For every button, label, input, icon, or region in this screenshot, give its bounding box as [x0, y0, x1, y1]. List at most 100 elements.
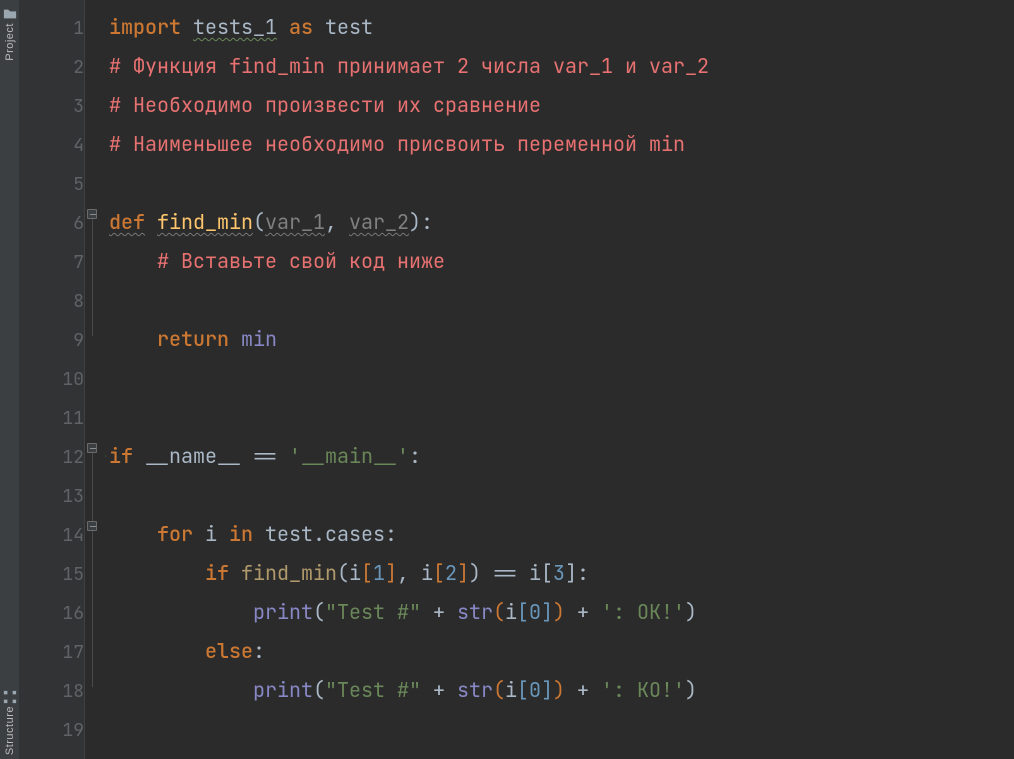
code-editor[interactable]: 12345678910111213141516171819 import tes…: [20, 0, 1014, 759]
token-str: "Test #": [325, 677, 421, 703]
token-ident: i: [421, 560, 433, 586]
line-number: 11: [44, 399, 84, 438]
token-kw: for: [157, 521, 193, 547]
fold-toggle-icon[interactable]: [87, 443, 97, 453]
code-line[interactable]: [105, 281, 1014, 320]
code-line[interactable]: # Наименьшее необходимо присвоить переме…: [105, 125, 1014, 164]
token-num: 2: [445, 560, 457, 586]
code-line[interactable]: import tests_1 as test: [105, 8, 1014, 47]
gutter-line[interactable]: 19: [20, 710, 84, 749]
gutter-line[interactable]: 13: [20, 476, 84, 515]
gutter-line[interactable]: 8: [20, 281, 84, 320]
line-number: 16: [44, 594, 84, 633]
code-line-content: def find_min(var_1, var_2):: [105, 203, 1014, 242]
fold-cell: [85, 476, 105, 515]
gutter-line[interactable]: 5: [20, 164, 84, 203]
token-fn: find_min: [157, 209, 253, 235]
structure-icon: [3, 690, 17, 704]
token-op: ,: [325, 209, 349, 235]
gutter-line[interactable]: 1: [20, 8, 84, 47]
code-line[interactable]: return min: [105, 320, 1014, 359]
token-bracket1: ): [553, 599, 565, 625]
token-bracket0: (: [253, 209, 265, 235]
fold-toggle-icon[interactable]: [87, 209, 97, 219]
token-sp: [565, 599, 577, 625]
code-line[interactable]: [105, 398, 1014, 437]
gutter-line[interactable]: 17: [20, 632, 84, 671]
gutter-line[interactable]: 6: [20, 203, 84, 242]
code-line[interactable]: # Вставьте свой код ниже: [105, 242, 1014, 281]
gutter-line[interactable]: 10: [20, 359, 84, 398]
gutter-line[interactable]: 15: [20, 554, 84, 593]
code-line[interactable]: if __name__ == '__main__':: [105, 437, 1014, 476]
token-bracket1: [: [361, 560, 373, 586]
token-sp: [421, 599, 433, 625]
code-line[interactable]: [105, 164, 1014, 203]
gutter-line[interactable]: 16: [20, 593, 84, 632]
code-line-content: print("Test #" + str(i[0]) + ': KO!'): [105, 671, 1014, 710]
token-builtin: str: [457, 599, 493, 625]
code-line[interactable]: if find_min(i[1], i[2]) == i[3]:: [105, 554, 1014, 593]
line-number: 4: [44, 126, 84, 165]
toolwindow-tab-project[interactable]: Project: [0, 4, 20, 61]
token-str: ': KO!': [601, 677, 685, 703]
fold-column[interactable]: [85, 0, 105, 759]
code-line[interactable]: print("Test #" + str(i[0]) + ': KO!'): [105, 671, 1014, 710]
gutter-line[interactable]: 18: [20, 671, 84, 710]
code-line[interactable]: def find_min(var_1, var_2):: [105, 203, 1014, 242]
code-line[interactable]: [105, 476, 1014, 515]
token-bracket1: ]: [385, 560, 397, 586]
token-op: :: [577, 560, 589, 586]
code-line[interactable]: # Необходимо произвести их сравнение: [105, 86, 1014, 125]
token-op: +: [577, 599, 589, 625]
gutter[interactable]: 12345678910111213141516171819: [20, 0, 85, 759]
token-str: '__main__': [289, 443, 409, 469]
toolwindow-tab-structure[interactable]: Structure: [0, 687, 20, 755]
gutter-line[interactable]: 9: [20, 320, 84, 359]
code-line[interactable]: [105, 359, 1014, 398]
line-number: 9: [44, 321, 84, 360]
line-number: 17: [44, 633, 84, 672]
ide-root: Project Structure 1234567891011121314151…: [0, 0, 1014, 759]
fold-cell: [85, 281, 105, 320]
fold-guide-line: [92, 525, 93, 687]
fold-cell: [85, 125, 105, 164]
token-kw: import: [109, 14, 181, 40]
line-number: 14: [44, 516, 84, 555]
fold-cell: [85, 359, 105, 398]
token-kw: return: [157, 326, 229, 352]
gutter-line[interactable]: 4: [20, 125, 84, 164]
fold-cell: [85, 8, 105, 47]
code-line[interactable]: for i in test.cases:: [105, 515, 1014, 554]
code-line-content: [105, 281, 1014, 320]
gutter-line[interactable]: 7: [20, 242, 84, 281]
token-sp: [445, 599, 457, 625]
token-bracket0: ): [409, 209, 421, 235]
gutter-line[interactable]: 11: [20, 398, 84, 437]
line-number: 10: [44, 360, 84, 399]
code-line[interactable]: print("Test #" + str(i[0]) + ': OK!'): [105, 593, 1014, 632]
token-op: ,: [397, 560, 421, 586]
token-bracket1: ): [553, 677, 565, 703]
code-line-content: [105, 476, 1014, 515]
fold-cell: [85, 164, 105, 203]
code-area[interactable]: import tests_1 as test# Функция find_min…: [105, 0, 1014, 759]
code-line[interactable]: else:: [105, 632, 1014, 671]
gutter-line[interactable]: 3: [20, 86, 84, 125]
token-bracket2: [: [517, 677, 529, 703]
token-op: :: [253, 638, 265, 664]
token-op: +: [433, 677, 445, 703]
token-num: 0: [529, 599, 541, 625]
gutter-line[interactable]: 12: [20, 437, 84, 476]
token-sp: [133, 443, 145, 469]
code-line-content: else:: [105, 632, 1014, 671]
fold-toggle-icon[interactable]: [87, 521, 97, 531]
code-line[interactable]: # Функция find_min принимает 2 числа var…: [105, 47, 1014, 86]
token-bracket0: (: [337, 560, 349, 586]
code-line[interactable]: [105, 710, 1014, 749]
token-sp: [229, 560, 241, 586]
token-sp: [145, 209, 157, 235]
gutter-line[interactable]: 14: [20, 515, 84, 554]
gutter-line[interactable]: 2: [20, 47, 84, 86]
token-bracket1: (: [493, 677, 505, 703]
